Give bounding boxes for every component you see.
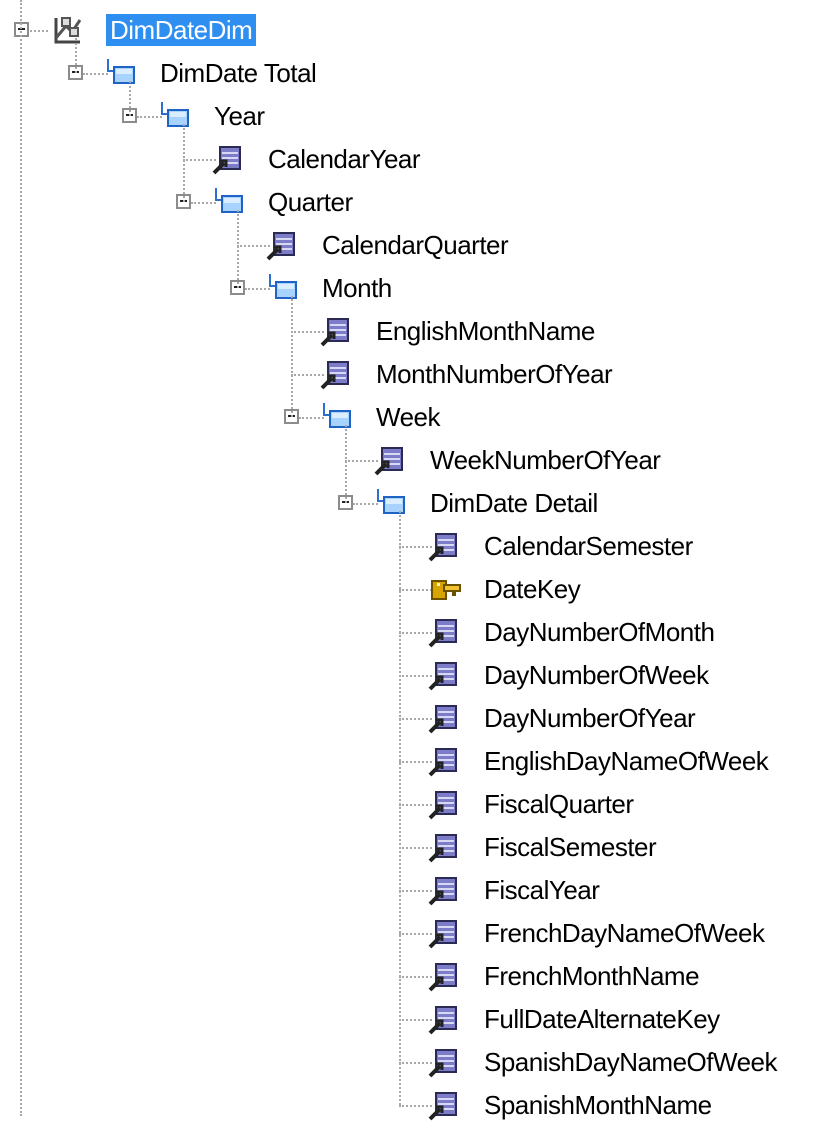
attribute-icon xyxy=(428,1003,462,1035)
tree-node-attribute[interactable]: DayNumberOfMonth xyxy=(0,612,822,652)
tree-node-label: FullDateAlternateKey xyxy=(484,1004,720,1034)
tree-node-label: CalendarYear xyxy=(268,144,421,174)
attribute-icon xyxy=(266,229,300,261)
tree-node-attribute[interactable]: FrenchDayNameOfWeek xyxy=(0,913,822,953)
tree-node-label: Week xyxy=(376,402,441,432)
tree-node-attribute[interactable]: SpanishDayNameOfWeek xyxy=(0,1042,822,1082)
tree-guide-line xyxy=(345,425,347,503)
tree-node-label: CalendarQuarter xyxy=(322,230,509,260)
level-icon xyxy=(212,186,246,218)
tree-node-label: Month xyxy=(322,273,392,303)
tree-node-attribute[interactable]: FullDateAlternateKey xyxy=(0,999,822,1039)
tree-node-level[interactable]: Month xyxy=(0,268,822,308)
tree-node-label: FiscalSemester xyxy=(484,832,657,862)
tree-node-key[interactable]: DateKey xyxy=(0,569,822,609)
tree-root-label: DimDateDim xyxy=(106,14,257,46)
tree-node-attribute[interactable]: CalendarYear xyxy=(0,139,822,179)
tree-node-attribute[interactable]: DayNumberOfYear xyxy=(0,698,822,738)
tree-guide-line xyxy=(129,81,131,116)
tree-node-attribute[interactable]: CalendarQuarter xyxy=(0,225,822,265)
attribute-icon xyxy=(428,1046,462,1078)
tree-node-label: FrenchDayNameOfWeek xyxy=(484,918,765,948)
tree-node-attribute[interactable]: EnglishDayNameOfWeek xyxy=(0,741,822,781)
tree-node-label: DayNumberOfWeek xyxy=(484,660,709,690)
key-icon xyxy=(428,573,462,605)
attribute-icon xyxy=(428,960,462,992)
level-icon xyxy=(104,57,138,89)
tree-node-label: MonthNumberOfYear xyxy=(376,359,613,389)
tree-node-label: FiscalYear xyxy=(484,875,600,905)
tree-node-label: DateKey xyxy=(484,574,581,604)
tree-node-level[interactable]: Year xyxy=(0,96,822,136)
attribute-icon xyxy=(212,143,246,175)
tree-guide-line xyxy=(183,124,185,202)
tree-node-attribute[interactable]: SpanishMonthName xyxy=(0,1085,822,1125)
tree-node-level[interactable]: Week xyxy=(0,397,822,437)
tree-connector xyxy=(30,30,48,32)
attribute-icon xyxy=(320,315,354,347)
tree-node-attribute[interactable]: FiscalSemester xyxy=(0,827,822,867)
tree-node-attribute[interactable]: MonthNumberOfYear xyxy=(0,354,822,394)
level-icon xyxy=(320,401,354,433)
attribute-icon xyxy=(428,831,462,863)
tree-node-label: DimDate Total xyxy=(160,58,317,88)
tree-node-label: SpanishMonthName xyxy=(484,1090,712,1120)
level-icon xyxy=(266,272,300,304)
tree-node-attribute[interactable]: FiscalQuarter xyxy=(0,784,822,824)
tree-node-attribute[interactable]: WeekNumberOfYear xyxy=(0,440,822,480)
tree-node-attribute[interactable]: CalendarSemester xyxy=(0,526,822,566)
attribute-icon xyxy=(428,530,462,562)
attribute-icon xyxy=(428,788,462,820)
tree-node-level[interactable]: Quarter xyxy=(0,182,822,222)
attribute-icon xyxy=(428,1089,462,1121)
tree-guide-line xyxy=(399,511,401,1105)
tree-node-label: DayNumberOfMonth xyxy=(484,617,715,647)
tree-node-label: Year xyxy=(214,101,265,131)
tree-node-label: WeekNumberOfYear xyxy=(430,445,661,475)
tree-node-attribute[interactable]: FiscalYear xyxy=(0,870,822,910)
tree-node-level[interactable]: DimDate Total xyxy=(0,53,822,93)
tree-node-label: DayNumberOfYear xyxy=(484,703,696,733)
level-icon xyxy=(374,487,408,519)
tree-node-level[interactable]: DimDate Detail xyxy=(0,483,822,523)
tree-node-label: FrenchMonthName xyxy=(484,961,700,991)
attribute-icon xyxy=(428,874,462,906)
tree-node-label: DimDate Detail xyxy=(430,488,598,518)
attribute-icon xyxy=(428,917,462,949)
tree-node-label: SpanishDayNameOfWeek xyxy=(484,1047,778,1077)
attribute-icon xyxy=(428,659,462,691)
tree-node-attribute[interactable]: FrenchMonthName xyxy=(0,956,822,996)
tree-node-label: Quarter xyxy=(268,187,353,217)
dimension-icon xyxy=(50,14,84,46)
attribute-icon xyxy=(374,444,408,476)
tree-guide-line xyxy=(237,210,239,288)
tree-guide-line xyxy=(75,38,77,73)
attribute-icon xyxy=(428,702,462,734)
level-icon xyxy=(158,100,192,132)
attribute-icon xyxy=(428,616,462,648)
tree-node-label: EnglishMonthName xyxy=(376,316,595,346)
tree-node-attribute[interactable]: DayNumberOfWeek xyxy=(0,655,822,695)
tree-node-label: CalendarSemester xyxy=(484,531,693,561)
dimension-tree: DimDateDim DimDate Total Year CalendarYear… xyxy=(0,0,822,1121)
tree-node-label: FiscalQuarter xyxy=(484,789,634,819)
attribute-icon xyxy=(320,358,354,390)
attribute-icon xyxy=(428,745,462,777)
tree-node-label: EnglishDayNameOfWeek xyxy=(484,746,769,776)
tree-node-attribute[interactable]: EnglishMonthName xyxy=(0,311,822,351)
tree-guide-line xyxy=(291,296,293,417)
